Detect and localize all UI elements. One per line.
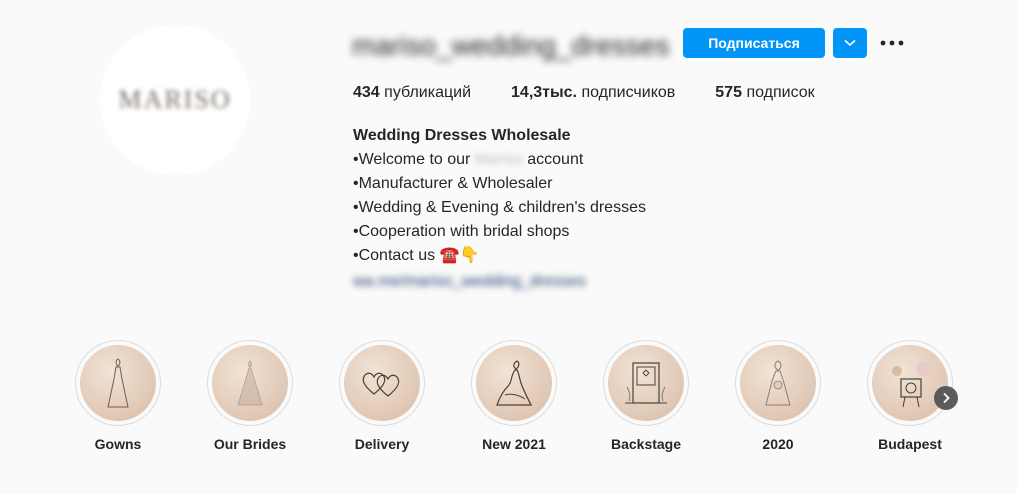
highlight-delivery[interactable]: Delivery [338,340,426,452]
followers-label: подписчиков [581,84,676,101]
highlight-label: 2020 [762,436,794,452]
profile-username: mariso_wedding_dresses [352,30,670,61]
highlight-label: New 2021 [482,436,546,452]
highlight-cover [344,345,420,421]
gown-icon [107,358,129,408]
highlight-2020[interactable]: 2020 [734,340,822,452]
highlight-ring [75,340,161,426]
bride-icon [237,360,263,406]
followers-stat[interactable]: 14,3тыс. подписчиков [511,84,675,102]
highlight-cover [740,345,816,421]
profile-stats: 434 публикаций 14,3тыс. подписчиков 575 … [353,84,815,102]
hearts-icon [362,372,400,397]
highlight-new-2021[interactable]: New 2021 [470,340,558,452]
highlight-our-brides[interactable]: Our Brides [206,340,294,452]
follow-button[interactable]: Подписаться [683,28,825,58]
highlight-label: Budapest [878,436,942,452]
bio-line-contact: •Contact us ☎️👇 [353,247,480,264]
posts-stat: 434 публикаций [353,84,471,102]
camera-icon [892,362,930,408]
bio-hidden-brand: Mariso [474,151,523,168]
highlight-cover [608,345,684,421]
chevron-down-icon [844,39,856,47]
highlights-next-button[interactable] [934,386,958,410]
more-options-button[interactable] [878,28,906,58]
bouquet-icon [765,360,791,406]
highlight-cover [476,345,552,421]
bio-line-welcome-prefix: •Welcome to our [353,151,475,168]
highlight-label: Gowns [94,436,142,452]
bio-line-manufacturer: •Manufacturer & Wholesaler [353,175,553,192]
avatar-logo: MARISO [118,85,232,114]
suggestions-dropdown-button[interactable] [833,28,867,58]
following-count: 575 [715,84,742,101]
following-label: подписок [746,84,815,101]
highlight-ring [867,340,953,426]
bio-link[interactable]: wa.me/mariso_wedding_dresses [353,270,646,294]
highlight-label: Backstage [610,436,682,452]
highlight-ring [603,340,689,426]
highlight-label: Delivery [354,436,410,452]
highlight-ring [471,340,557,426]
highlight-backstage[interactable]: Backstage [602,340,690,452]
followers-count: 14,3тыс. [511,84,577,101]
highlight-ring [207,340,293,426]
bio-line-welcome: •Welcome to our Mariso account [353,148,646,172]
highlight-label: Our Brides [213,436,287,452]
ellipsis-icon [880,40,904,46]
story-highlights: Gowns Our Brides Delivery New 2021 Backs… [74,340,974,460]
bio-line-dresses: •Wedding & Evening & children's dresses [353,199,646,216]
highlight-gowns[interactable]: Gowns [74,340,162,452]
door-icon [625,362,667,404]
profile-avatar[interactable]: MARISO [100,25,250,175]
highlight-cover [872,345,948,421]
following-stat[interactable]: 575 подписок [715,84,814,102]
highlight-ring [339,340,425,426]
highlight-ring [735,340,821,426]
posts-count: 434 [353,84,380,101]
bio-name: Wedding Dresses Wholesale [353,127,571,144]
highlight-cover [80,345,156,421]
dress-sketch-icon [496,360,532,406]
highlight-cover [212,345,288,421]
bio-line-cooperation: •Cooperation with bridal shops [353,223,570,240]
chevron-right-icon [943,392,950,404]
bio-line-welcome-suffix: account [522,151,584,168]
posts-label: публикаций [384,84,472,101]
profile-bio: Wedding Dresses Wholesale •Welcome to ou… [353,124,646,294]
